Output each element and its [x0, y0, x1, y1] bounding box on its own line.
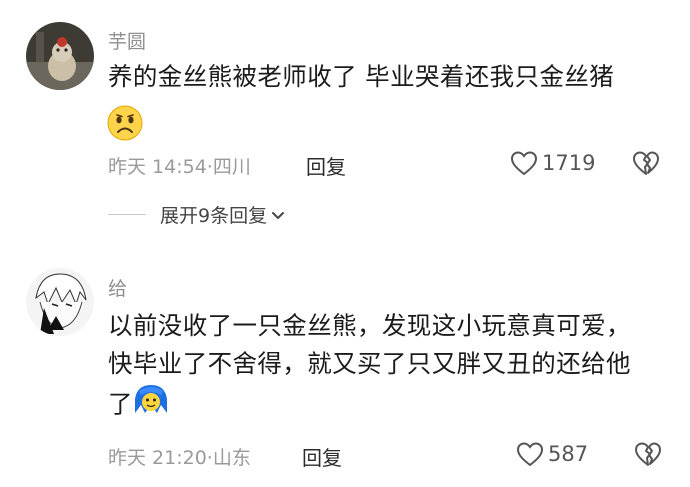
divider	[108, 214, 146, 215]
dislike-button[interactable]	[632, 150, 660, 180]
comment-text-line: 快毕业了不舍得，就又买了只又胖又丑的还给他	[108, 349, 631, 378]
comment-text: 养的金丝熊被老师收了 毕业哭着还我只金丝猪	[108, 62, 615, 91]
heart-outline-icon	[516, 442, 544, 467]
like-count: 587	[548, 442, 589, 466]
expand-replies-label: 展开9条回复	[160, 205, 268, 227]
heart-outline-icon	[510, 151, 538, 176]
username[interactable]: 给	[108, 274, 127, 301]
avatar[interactable]	[26, 268, 94, 336]
comment-time: 昨天 14:54	[108, 156, 207, 178]
like-button[interactable]: 587	[516, 441, 588, 467]
comment-meta: 昨天 14:54·四川	[108, 156, 251, 178]
blue-haired-face-emoji	[133, 383, 169, 428]
reply-button[interactable]: 回复	[306, 151, 346, 180]
chevron-down-icon	[272, 211, 285, 219]
sad-face-emoji	[106, 104, 144, 142]
broken-heart-icon	[635, 442, 661, 466]
comment-text: 以前没收了一只金丝熊，发现这小玩意真可爱， 快毕业了不舍得，就又买了只又胖又丑的…	[108, 307, 631, 428]
comment-text-line: 以前没收了一只金丝熊，发现这小玩意真可爱，	[108, 311, 631, 340]
comment-meta: 昨天 21:20·山东	[108, 447, 251, 469]
comment-location: 四川	[212, 156, 251, 178]
comment-text-line: 了	[108, 383, 631, 428]
username[interactable]: 芋圆	[108, 27, 146, 54]
avatar[interactable]	[26, 22, 94, 90]
reply-button[interactable]: 回复	[302, 442, 342, 471]
comment-time: 昨天 21:20	[108, 447, 207, 469]
expand-replies-button[interactable]: 展开9条回复	[108, 201, 286, 228]
comment-location: 山东	[212, 447, 251, 469]
like-button[interactable]: 1719	[510, 150, 595, 176]
broken-heart-icon	[633, 151, 659, 175]
dislike-button[interactable]	[634, 441, 662, 471]
like-count: 1719	[542, 151, 596, 175]
